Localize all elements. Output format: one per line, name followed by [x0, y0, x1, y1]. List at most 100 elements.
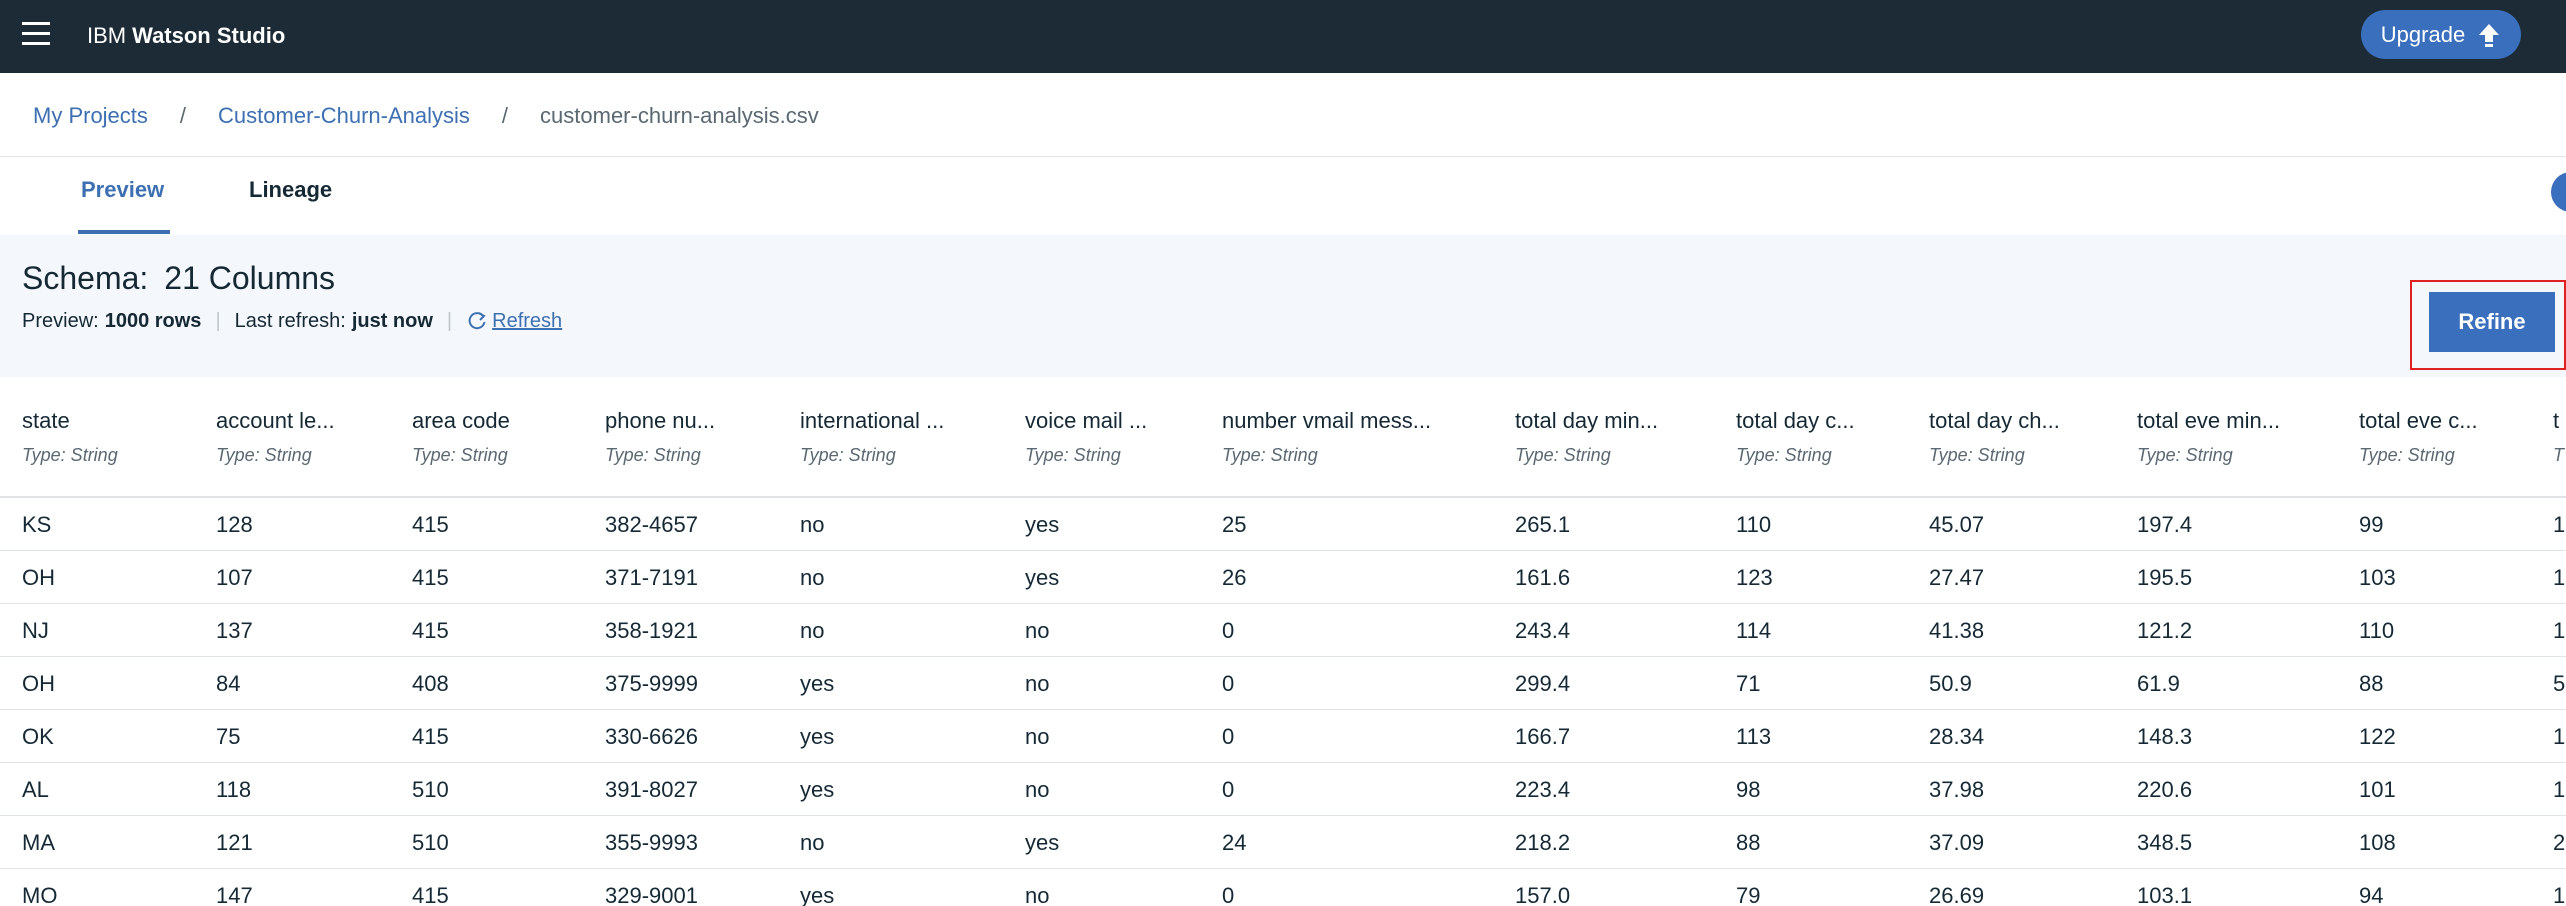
table-cell: 99 [2359, 512, 2384, 537]
refine-button[interactable]: Refine [2429, 292, 2555, 352]
column-type: T [2553, 445, 2564, 465]
column-name[interactable]: number vmail mess... [1222, 407, 1431, 435]
column-type: Type: String [1929, 445, 2025, 465]
table-cell: no [800, 565, 825, 590]
table-cell: 415 [412, 883, 449, 906]
last-refresh-label: Last refresh: [234, 310, 346, 332]
column-name[interactable]: international ... [800, 407, 944, 435]
active-tab-indicator [78, 230, 170, 234]
table-cell: 41.38 [1929, 618, 1985, 643]
table-cell: 220.6 [2137, 777, 2193, 802]
tab-preview[interactable]: Preview [81, 176, 164, 204]
table-cell: 375-9999 [605, 671, 698, 696]
column-name[interactable]: state [22, 407, 70, 435]
tab-lineage[interactable]: Lineage [249, 176, 332, 204]
table-cell: no [1025, 671, 1050, 696]
table-cell: 510 [412, 777, 449, 802]
brand-logo[interactable]: IBM Watson Studio [87, 22, 285, 50]
column-type: Type: String [800, 445, 896, 465]
table-row: OK 75 415 330-6626 yes no 0 166.7 113 28.34 148.3 1… [0, 710, 2566, 763]
table-cell: 1 [2553, 883, 2566, 906]
table-cell: 84 [216, 671, 241, 696]
table-cell: OH [22, 565, 55, 590]
breadcrumb-project[interactable]: Customer-Churn-Analysis [218, 102, 470, 130]
table-cell: no [1025, 777, 1050, 802]
table-cell: 148.3 [2137, 724, 2193, 749]
table-cell: 79 [1736, 883, 1761, 906]
table-cell: 157.0 [1515, 883, 1571, 906]
table-cell: 110 [2359, 618, 2395, 643]
tabs-bar [0, 157, 2566, 235]
table-cell: 348.5 [2137, 830, 2193, 855]
last-refresh-value: just now [351, 310, 433, 332]
column-name[interactable]: total day min... [1515, 407, 1658, 435]
column-name[interactable]: total eve c... [2359, 407, 2478, 435]
column-type: Type: String [412, 445, 508, 465]
refresh-link[interactable]: Refresh [466, 308, 562, 334]
table-row: MO 147 415 329-9001 yes no 0 157.0 79 26.69 103.1 9… [0, 869, 2566, 906]
table-cell: 121 [216, 830, 253, 855]
table-row: KS 128 415 382-4657 no yes 25 265.1 110 45.07 197.… [0, 498, 2566, 551]
table-cell: yes [1025, 565, 1060, 590]
table-cell: 223.4 [1515, 777, 1571, 802]
table-cell: 0 [1222, 724, 1235, 749]
table-cell: yes [800, 671, 835, 696]
column-name[interactable]: area code [412, 407, 510, 435]
table-cell: no [1025, 724, 1050, 749]
column-name[interactable]: account le... [216, 407, 335, 435]
table-cell: 26.69 [1929, 883, 1985, 906]
table-row: MA 121 510 355-9993 no yes 24 218.2 88 37.09 348.5… [0, 816, 2566, 869]
table-cell: 103.1 [2137, 883, 2193, 906]
data-preview-table: state Type: String account le... Type: Stri… [0, 377, 2566, 906]
table-cell: yes [1025, 830, 1060, 855]
table-cell: 415 [412, 724, 449, 749]
table-cell: MA [22, 830, 55, 855]
table-row: AL 118 510 391-8027 yes no 0 223.4 98 37.98 220.6 1… [0, 763, 2566, 816]
table-cell: yes [800, 883, 835, 906]
table-cell: no [1025, 618, 1050, 643]
upgrade-button[interactable]: Upgrade [2361, 10, 2521, 59]
table-cell: 371-7191 [605, 565, 698, 590]
table-cell: OH [22, 671, 55, 696]
table-cell: no [800, 618, 825, 643]
table-cell: 358-1921 [605, 618, 698, 643]
table-cell: 61.9 [2137, 671, 2180, 696]
table-cell: 101 [2359, 777, 2396, 802]
table-cell: 118 [216, 777, 252, 802]
meta-separator: | [446, 310, 453, 332]
table-cell: 382-4657 [605, 512, 698, 537]
table-cell: 94 [2359, 883, 2384, 906]
column-name[interactable]: phone nu... [605, 407, 715, 435]
table-cell: 123 [1736, 565, 1773, 590]
table-header: state Type: String account le... Type: Stri… [0, 377, 2566, 498]
preview-label: Preview: [22, 310, 99, 332]
table-cell: 25 [1222, 512, 1247, 537]
table-cell: 122 [2359, 724, 2396, 749]
column-name[interactable]: total eve min... [2137, 407, 2280, 435]
table-cell: 299.4 [1515, 671, 1571, 696]
breadcrumb-my-projects[interactable]: My Projects [33, 102, 148, 130]
table-cell: 50.9 [1929, 671, 1972, 696]
table-cell: no [800, 830, 825, 855]
table-cell: 391-8027 [605, 777, 698, 802]
column-name[interactable]: voice mail ... [1025, 407, 1147, 435]
table-cell: 113 [1736, 724, 1772, 749]
column-type: Type: String [216, 445, 312, 465]
table-cell: yes [800, 777, 835, 802]
table-cell: 0 [1222, 671, 1235, 696]
table-cell: OK [22, 724, 54, 749]
breadcrumb-separator: / [179, 103, 187, 128]
refresh-label: Refresh [492, 310, 563, 332]
hamburger-menu-icon[interactable] [22, 22, 50, 48]
column-type: Type: String [1736, 445, 1832, 465]
table-cell: 45.07 [1929, 512, 1985, 537]
table-cell: 37.98 [1929, 777, 1985, 802]
top-navigation-bar [0, 0, 2566, 73]
table-cell: 75 [216, 724, 241, 749]
table-cell: 415 [412, 512, 449, 537]
column-name[interactable]: total day ch... [1929, 407, 2060, 435]
table-cell: 107 [216, 565, 253, 590]
column-type: Type: String [2137, 445, 2233, 465]
column-name[interactable]: total day c... [1736, 407, 1855, 435]
column-name[interactable]: t [2553, 407, 2559, 435]
